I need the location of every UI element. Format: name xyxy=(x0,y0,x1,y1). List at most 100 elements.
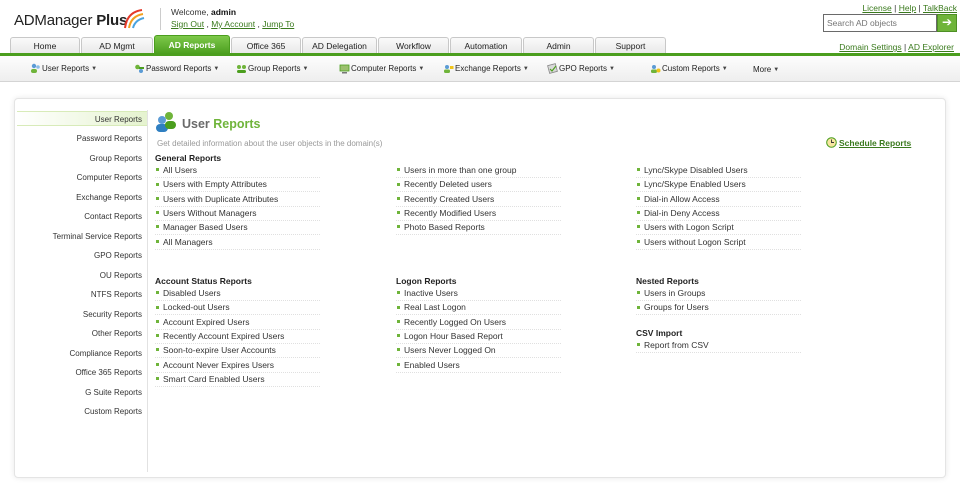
chevron-down-icon: ▼ xyxy=(91,65,98,72)
sidebar-item-ou-reports[interactable]: OU Reports xyxy=(17,268,143,283)
sidebar-item-contact-reports[interactable]: Contact Reports xyxy=(17,209,143,224)
tab-office-365[interactable]: Office 365 xyxy=(231,37,301,54)
sidebar-item-computer-reports[interactable]: Computer Reports xyxy=(17,170,143,185)
sidebar-item-custom-reports[interactable]: Custom Reports xyxy=(17,404,143,419)
my-account-link[interactable]: My Account xyxy=(211,19,255,29)
license-link[interactable]: License xyxy=(862,3,891,13)
report-link-label: Dial-in Deny Access xyxy=(644,207,720,218)
report-link[interactable]: Users Without Managers xyxy=(155,207,320,221)
schedule-reports-link[interactable]: Schedule Reports xyxy=(826,137,911,148)
report-link-label: Dial-in Allow Access xyxy=(644,193,720,204)
report-link[interactable]: Dial-in Allow Access xyxy=(636,193,801,207)
report-link[interactable]: Lync/Skype Disabled Users xyxy=(636,164,801,178)
submenu-user-reports[interactable]: User Reports ▼ xyxy=(30,63,97,74)
tab-admin[interactable]: Admin xyxy=(523,37,594,54)
report-link-label: Users with Empty Attributes xyxy=(163,179,267,190)
report-link[interactable]: Account Never Expires Users xyxy=(155,359,320,373)
submenu-label: Exchange Reports xyxy=(455,64,521,73)
submenu-more[interactable]: More ▼ xyxy=(753,65,779,74)
bullet-icon xyxy=(156,196,159,200)
help-link[interactable]: Help xyxy=(899,3,916,13)
report-link-label: Smart Card Enabled Users xyxy=(163,373,265,384)
submenu-gpo-reports[interactable]: GPO Reports ▼ xyxy=(547,63,615,74)
report-link[interactable]: Disabled Users xyxy=(155,287,320,301)
search-go-button[interactable]: ➔ xyxy=(937,14,957,32)
report-link[interactable]: Recently Created Users xyxy=(396,193,561,207)
report-link[interactable]: Inactive Users xyxy=(396,287,561,301)
report-link-label: All Users xyxy=(163,165,198,175)
bullet-icon xyxy=(156,211,159,215)
sidebar-item-g-suite-reports[interactable]: G Suite Reports xyxy=(17,385,143,400)
report-link-label: Locked-out Users xyxy=(163,302,230,313)
app-logo[interactable]: ADManager Plus xyxy=(14,8,145,34)
tab-ad-mgmt[interactable]: AD Mgmt xyxy=(81,37,153,54)
page-title-green: Reports xyxy=(213,117,261,131)
sidebar-item-gpo-reports[interactable]: GPO Reports xyxy=(17,248,143,263)
report-link[interactable]: Recently Modified Users xyxy=(396,207,561,221)
talkback-link[interactable]: TalkBack xyxy=(923,3,957,13)
sidebar-item-user-reports[interactable]: User Reports xyxy=(17,111,147,126)
sidebar-item-ntfs-reports[interactable]: NTFS Reports xyxy=(17,287,143,302)
report-link[interactable]: Groups for Users xyxy=(636,301,801,316)
report-link[interactable]: Users with Logon Script xyxy=(636,221,801,236)
tab-ad-reports[interactable]: AD Reports xyxy=(154,35,230,54)
report-link[interactable]: All Managers xyxy=(155,236,320,250)
report-link[interactable]: Enabled Users xyxy=(396,359,561,373)
jump-to-link[interactable]: Jump To xyxy=(262,19,294,29)
report-link[interactable]: Lync/Skype Enabled Users xyxy=(636,178,801,193)
tab-automation[interactable]: Automation xyxy=(450,37,522,54)
tab-home[interactable]: Home xyxy=(10,37,80,54)
report-link[interactable]: Recently Account Expired Users xyxy=(155,330,320,344)
report-link[interactable]: Report from CSV xyxy=(636,339,801,353)
submenu-exchange-reports[interactable]: Exchange Reports ▼ xyxy=(443,63,529,74)
report-link[interactable]: Recently Deleted users xyxy=(396,178,561,193)
report-link[interactable]: Locked-out Users xyxy=(155,301,320,316)
sidebar-item-password-reports[interactable]: Password Reports xyxy=(17,131,143,146)
report-link[interactable]: Dial-in Deny Access xyxy=(636,207,801,221)
bullet-icon xyxy=(637,211,640,215)
bullet-icon xyxy=(397,225,400,229)
report-link[interactable]: Manager Based Users xyxy=(155,221,320,236)
report-link[interactable]: Users with Duplicate Attributes xyxy=(155,193,320,207)
chevron-down-icon: ▼ xyxy=(418,65,425,72)
report-link-label: Inactive Users xyxy=(404,288,458,298)
submenu-computer-reports[interactable]: Computer Reports ▼ xyxy=(339,63,424,74)
sidebar-item-group-reports[interactable]: Group Reports xyxy=(17,151,143,166)
sidebar-item-terminal-service-reports[interactable]: Terminal Service Reports xyxy=(17,229,143,244)
report-link[interactable]: Photo Based Reports xyxy=(396,221,561,236)
sidebar-item-security-reports[interactable]: Security Reports xyxy=(17,307,143,322)
bullet-icon xyxy=(156,225,159,229)
tab-support[interactable]: Support xyxy=(595,37,666,54)
search-input[interactable] xyxy=(823,14,937,32)
sign-out-link[interactable]: Sign Out xyxy=(171,19,204,29)
report-link[interactable]: Logon Hour Based Report xyxy=(396,330,561,344)
bullet-icon xyxy=(397,211,400,215)
domain-links: Domain Settings | AD Explorer xyxy=(839,42,954,52)
page-description: Get detailed information about the user … xyxy=(157,139,383,148)
report-link[interactable]: Soon-to-expire User Accounts xyxy=(155,344,320,359)
report-link[interactable]: Account Expired Users xyxy=(155,316,320,330)
report-link[interactable]: Users in more than one group xyxy=(396,164,561,178)
submenu-custom-reports[interactable]: Custom Reports ▼ xyxy=(650,63,728,74)
report-link[interactable]: Users without Logon Script xyxy=(636,236,801,250)
main-tabs: Home AD Mgmt AD Reports Office 365 AD De… xyxy=(10,35,667,54)
report-link[interactable]: Smart Card Enabled Users xyxy=(155,373,320,387)
submenu-label: Group Reports xyxy=(248,64,301,73)
sidebar-item-exchange-reports[interactable]: Exchange Reports xyxy=(17,190,143,205)
submenu-group-reports[interactable]: Group Reports ▼ xyxy=(236,63,308,74)
submenu-password-reports[interactable]: Password Reports ▼ xyxy=(134,63,219,74)
report-link[interactable]: Real Last Logon xyxy=(396,301,561,316)
sidebar-item-other-reports[interactable]: Other Reports xyxy=(17,326,143,341)
tab-workflow[interactable]: Workflow xyxy=(378,37,449,54)
tab-ad-delegation[interactable]: AD Delegation xyxy=(302,37,377,54)
ad-explorer-link[interactable]: AD Explorer xyxy=(908,42,954,52)
sidebar-item-compliance-reports[interactable]: Compliance Reports xyxy=(17,346,143,361)
report-link[interactable]: Users in Groups xyxy=(636,287,801,301)
report-link[interactable]: Users with Empty Attributes xyxy=(155,178,320,193)
sidebar-item-office-365-reports[interactable]: Office 365 Reports xyxy=(17,365,143,380)
report-link[interactable]: Users Never Logged On xyxy=(396,344,561,359)
domain-settings-link[interactable]: Domain Settings xyxy=(839,42,901,52)
report-link-label: Users with Duplicate Attributes xyxy=(163,193,279,204)
report-link[interactable]: All Users xyxy=(155,164,320,178)
report-link[interactable]: Recently Logged On Users xyxy=(396,316,561,330)
